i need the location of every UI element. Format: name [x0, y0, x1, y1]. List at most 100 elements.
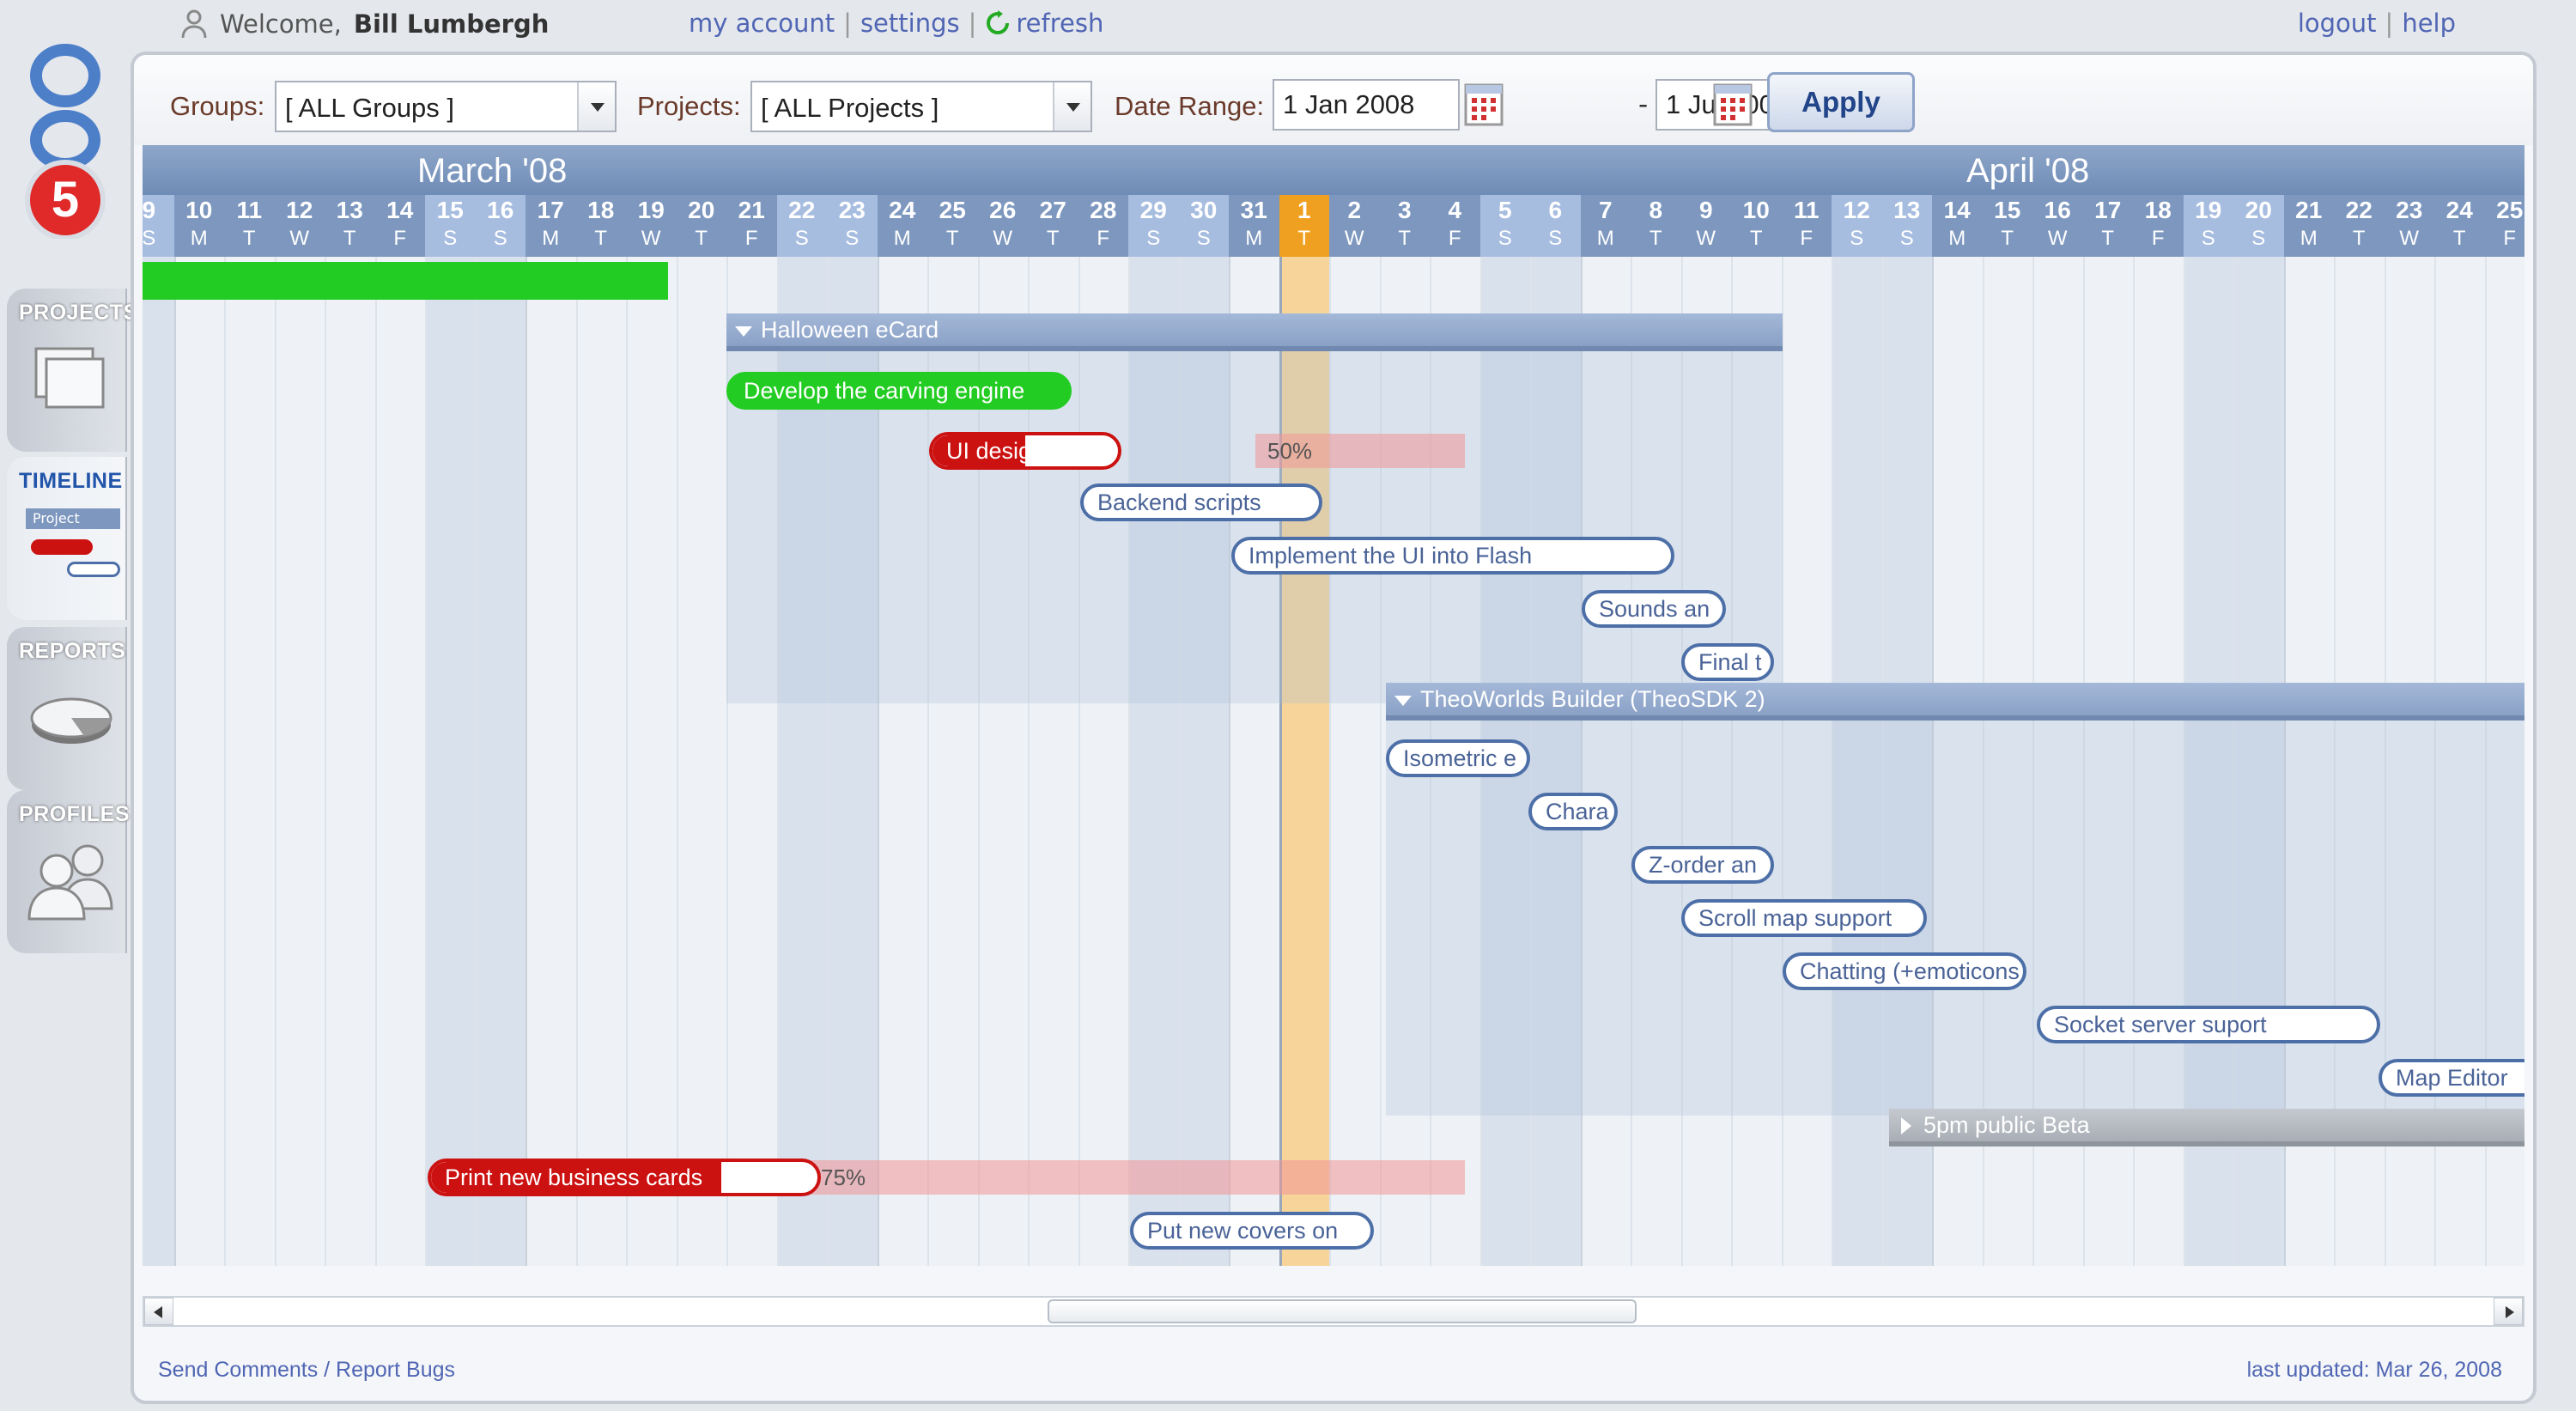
weekday-letter: M — [542, 227, 560, 250]
svg-text:5: 5 — [52, 172, 79, 228]
day-number: 24 — [889, 197, 916, 223]
sidebar: 5 PROJECTS TIMELINE Project REPORTS PROF… — [0, 0, 137, 1411]
apply-button[interactable]: Apply — [1767, 72, 1915, 132]
expand-triangle-icon[interactable] — [1394, 696, 1412, 706]
day-column — [173, 257, 225, 1266]
scroll-right-icon[interactable] — [2494, 1298, 2523, 1325]
settings-link[interactable]: settings — [860, 9, 960, 38]
project-group-halloween-ecard[interactable]: Halloween eCard — [726, 313, 1783, 351]
task-bar[interactable]: Print new business cards — [428, 1159, 821, 1196]
day-number: 23 — [2396, 197, 2423, 223]
groups-label: Groups: — [170, 91, 265, 121]
my-account-link[interactable]: my account — [689, 9, 835, 38]
day-column — [143, 257, 174, 1266]
projects-select[interactable]: [ ALL Projects ] — [750, 81, 1092, 132]
weekday-letter: W — [1344, 227, 1364, 250]
groups-selected-value: [ ALL Groups ] — [285, 93, 455, 123]
day-cell: 21 M — [2284, 195, 2335, 257]
weekday-letter: T — [594, 227, 608, 250]
day-column — [374, 257, 426, 1266]
day-number: 14 — [386, 197, 414, 223]
day-number: 20 — [688, 197, 715, 223]
task-bar[interactable]: Map Editor — [2379, 1059, 2524, 1097]
expand-triangle-icon[interactable] — [1901, 1117, 1911, 1134]
day-number: 13 — [1893, 197, 1921, 223]
day-number: 18 — [2144, 197, 2172, 223]
day-number: 21 — [738, 197, 765, 223]
task-bar[interactable]: Final t — [1681, 643, 1774, 681]
refresh-link[interactable]: refresh — [985, 9, 1103, 38]
day-number: 2 — [1347, 197, 1362, 223]
day-cell: 4F — [1430, 195, 1480, 257]
timeline-icon: Project — [26, 505, 120, 582]
day-cell: 11 F — [1782, 195, 1832, 257]
day-cell: 16 S — [475, 195, 526, 257]
task-bar[interactable]: Chatting (+emoticons — [1783, 952, 2026, 990]
link-separator: | — [843, 9, 852, 38]
weekday-letter: W — [2047, 227, 2068, 250]
calendar-icon[interactable] — [1463, 82, 1504, 127]
weekday-letter: M — [1948, 227, 1966, 250]
weekday-letter: W — [289, 227, 310, 250]
day-cell: 2W — [1329, 195, 1380, 257]
task-bar[interactable]: Put new covers on — [1130, 1212, 1374, 1250]
weekday-letter: T — [2001, 227, 2014, 250]
day-cell: 20 T — [677, 195, 727, 257]
day-number: 1 — [1297, 197, 1311, 223]
project-group-theoworlds-builder[interactable]: TheoWorlds Builder (TheoSDK 2) — [1386, 683, 2524, 721]
day-cell: 9W — [1681, 195, 1732, 257]
scroll-left-icon[interactable] — [144, 1298, 173, 1325]
task-bar[interactable]: Chara — [1528, 793, 1618, 830]
day-cell: 22 T — [2334, 195, 2385, 257]
filter-bar: Groups: [ ALL Groups ] Projects: [ ALL P… — [134, 55, 2533, 145]
day-cell: 19 S — [2183, 195, 2233, 257]
task-bar[interactable]: Backend scripts — [1080, 484, 1322, 521]
scrollbar-thumb[interactable] — [1048, 1299, 1637, 1323]
sidebar-tab-reports[interactable]: REPORTS — [7, 627, 127, 790]
user-icon — [181, 9, 207, 39]
day-cell: 12 W — [275, 195, 325, 257]
calendar-icon[interactable] — [1712, 82, 1753, 127]
logout-link[interactable]: logout — [2298, 9, 2377, 38]
day-cell: 11 T — [224, 195, 275, 257]
chevron-down-icon[interactable] — [1053, 82, 1091, 131]
day-cell: 5S — [1479, 195, 1530, 257]
task-bar[interactable]: UI design — [929, 432, 1121, 470]
day-column — [224, 257, 275, 1266]
day-column — [475, 257, 526, 1266]
task-bar[interactable]: Sounds an — [1582, 590, 1726, 628]
weekday-letter: S — [2201, 227, 2215, 250]
day-number: 12 — [286, 197, 313, 223]
weekday-letter: T — [1398, 227, 1412, 250]
sidebar-tab-timeline[interactable]: TIMELINE Project — [7, 457, 127, 620]
sidebar-tab-projects[interactable]: PROJECTS — [7, 289, 137, 452]
send-comments-link[interactable]: Send Comments / Report Bugs — [158, 1358, 455, 1383]
weekday-letter: F — [744, 227, 758, 250]
day-number: 22 — [2345, 197, 2372, 223]
sidebar-tab-profiles[interactable]: PROFILES — [7, 790, 130, 953]
day-number: 14 — [1943, 197, 1971, 223]
day-number: 25 — [2496, 197, 2524, 223]
date-from-input[interactable]: 1 Jan 2008 — [1273, 79, 1460, 131]
weekday-letter: W — [993, 227, 1013, 250]
expand-triangle-icon[interactable] — [735, 326, 752, 337]
day-number: 22 — [788, 197, 816, 223]
task-bar[interactable]: Scroll map support — [1681, 899, 1927, 937]
task-bar[interactable]: Z-order an — [1631, 846, 1774, 884]
project-group-5pm-public-beta[interactable]: 5pm public Beta — [1889, 1109, 2524, 1146]
completed-task-bar[interactable] — [143, 262, 668, 300]
task-bar[interactable]: Socket server suport — [2037, 1006, 2380, 1043]
day-number: 15 — [436, 197, 464, 223]
day-cell: 27 T — [1028, 195, 1078, 257]
chevron-down-icon[interactable] — [577, 82, 615, 131]
help-link[interactable]: help — [2402, 9, 2456, 38]
task-bar[interactable]: Isometric e — [1386, 739, 1530, 777]
task-bar[interactable]: Implement the UI into Flash — [1231, 537, 1674, 575]
task-bar[interactable]: Develop the carving engine — [726, 372, 1072, 410]
5pm-logo: 5 — [25, 44, 106, 239]
day-number: 21 — [2295, 197, 2323, 223]
day-number: 7 — [1598, 197, 1613, 223]
day-number: 12 — [1843, 197, 1870, 223]
groups-select[interactable]: [ ALL Groups ] — [275, 81, 617, 132]
horizontal-scrollbar[interactable] — [143, 1296, 2524, 1327]
